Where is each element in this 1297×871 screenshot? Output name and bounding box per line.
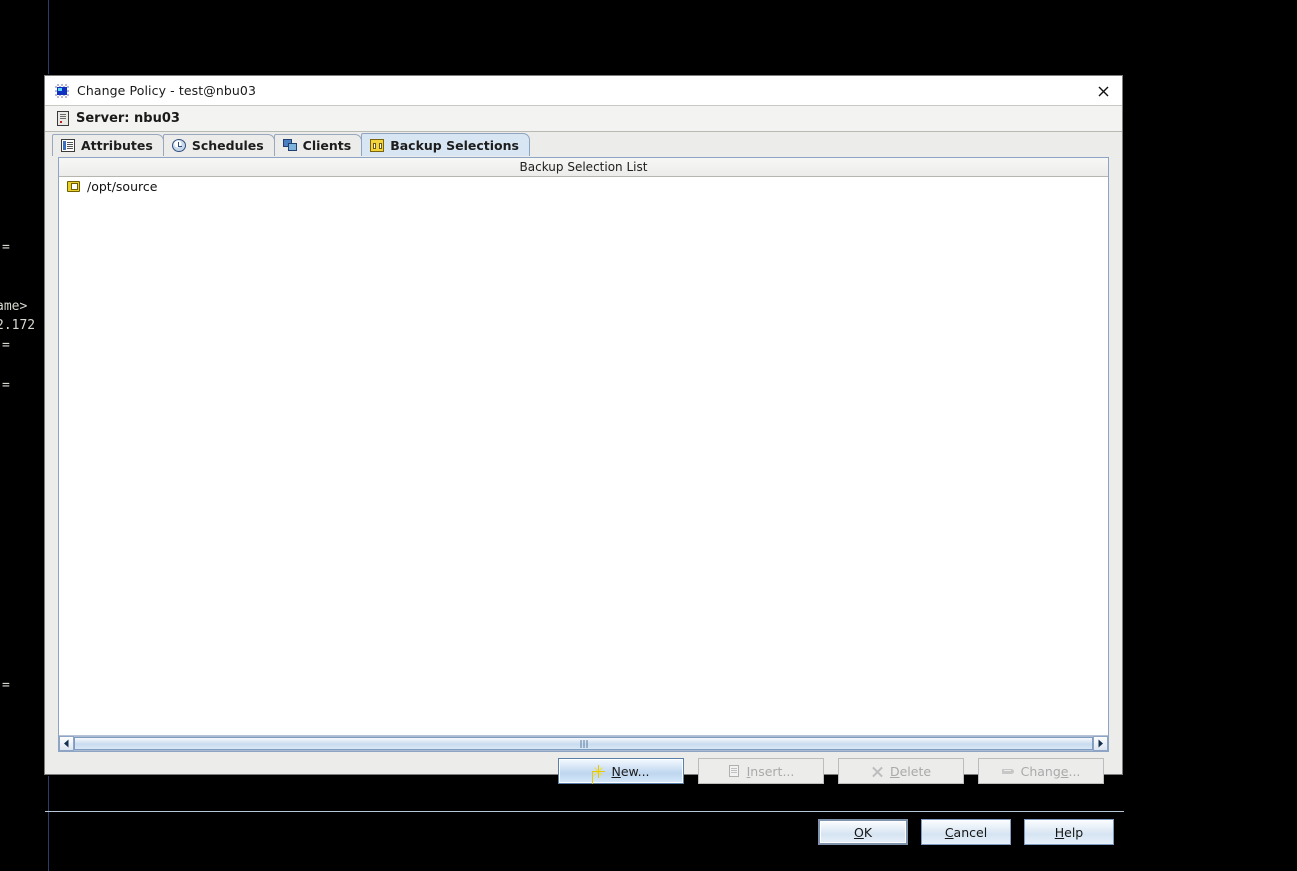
terminal-line: ame>: [0, 299, 28, 314]
schedules-clock-icon: [171, 139, 186, 152]
document-insert-icon: [728, 764, 741, 778]
new-button-label: New...: [611, 763, 650, 779]
horizontal-scrollbar[interactable]: [59, 735, 1108, 751]
background-terminal: = ame> 2.172 = = =: [0, 0, 49, 871]
cancel-button-label: Cancel: [944, 824, 988, 840]
change-button-label: Change...: [1020, 763, 1081, 779]
change-button[interactable]: Change...: [978, 758, 1104, 784]
ok-button[interactable]: OK: [818, 819, 908, 845]
tab-attributes[interactable]: Attributes: [52, 134, 164, 156]
backup-selection-panel: Backup Selection List /opt/source: [58, 157, 1109, 752]
list-header: Backup Selection List: [59, 158, 1108, 177]
tab-schedules[interactable]: Schedules: [162, 134, 275, 156]
terminal-line: =: [2, 338, 10, 353]
backup-selection-list[interactable]: /opt/source: [59, 177, 1108, 650]
server-tower-icon: [57, 111, 69, 126]
folder-icon: [67, 180, 81, 193]
tab-label: Schedules: [191, 138, 264, 153]
new-button[interactable]: New...: [558, 758, 684, 784]
change-policy-dialog: Change Policy - test@nbu03 Server: nbu03…: [44, 75, 1124, 845]
terminal-line: =: [2, 240, 10, 255]
dialog-footer: OK Cancel Help: [45, 812, 1124, 871]
dialog-titlebar: Change Policy - test@nbu03: [45, 76, 1122, 106]
close-icon[interactable]: [1092, 80, 1114, 102]
tab-strip: Attributes Schedules Clients Backup Sele…: [45, 132, 1122, 156]
help-button-label: Help: [1054, 824, 1084, 840]
attributes-icon: [61, 139, 75, 152]
scrollbar-track[interactable]: [74, 736, 1093, 751]
policy-window-icon: [55, 83, 69, 98]
scroll-left-arrow-icon[interactable]: [59, 736, 74, 751]
tab-clients[interactable]: Clients: [273, 134, 363, 156]
terminal-line: =: [2, 678, 10, 693]
delete-button-label: Delete: [889, 763, 932, 779]
terminal-line: 2.172: [0, 318, 36, 333]
x-delete-icon: [871, 765, 884, 778]
tab-backup-selections[interactable]: Backup Selections: [361, 133, 530, 156]
clients-monitors-icon: [282, 139, 297, 152]
list-item[interactable]: /opt/source: [59, 177, 1108, 196]
insert-button-label: Insert...: [746, 763, 795, 779]
delete-button[interactable]: Delete: [838, 758, 964, 784]
dialog-title: Change Policy - test@nbu03: [77, 83, 257, 98]
server-bar: Server: nbu03: [45, 106, 1122, 132]
scroll-thumb-grip: [580, 739, 587, 748]
selection-action-bar: New... Insert... Delete Change...: [45, 758, 1124, 784]
screen: = ame> 2.172 = = = Change Policy - test@…: [0, 0, 1297, 871]
tab-label: Attributes: [81, 138, 153, 153]
scrollbar-thumb[interactable]: [74, 737, 1093, 750]
ok-button-label: OK: [853, 824, 873, 840]
terminal-line: =: [2, 378, 10, 393]
backup-selections-icon: [370, 138, 385, 152]
pencil-change-icon: [1001, 765, 1015, 778]
list-item-label: /opt/source: [87, 179, 158, 194]
insert-button[interactable]: Insert...: [698, 758, 824, 784]
tab-label: Clients: [302, 138, 352, 153]
starburst-new-icon: [592, 764, 606, 778]
cancel-button[interactable]: Cancel: [921, 819, 1011, 845]
help-button[interactable]: Help: [1024, 819, 1114, 845]
server-label: Server: nbu03: [76, 111, 180, 126]
scroll-right-arrow-icon[interactable]: [1093, 736, 1108, 751]
tab-label: Backup Selections: [390, 137, 519, 153]
